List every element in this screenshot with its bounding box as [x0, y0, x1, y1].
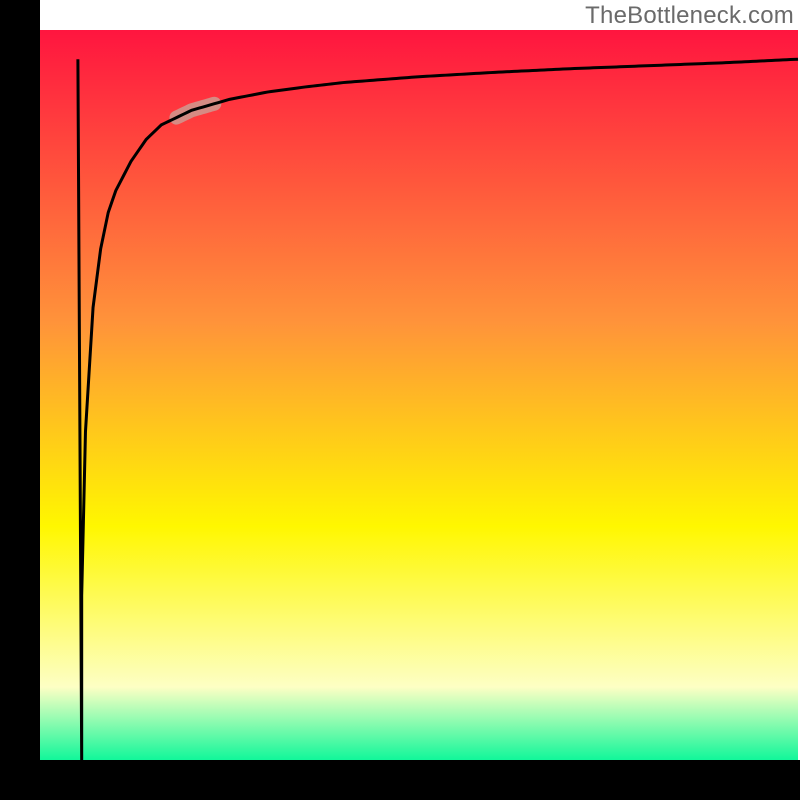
watermark-text: TheBottleneck.com — [585, 2, 794, 30]
chart-stage: TheBottleneck.com — [0, 0, 800, 800]
axis-left-bar — [0, 0, 40, 800]
chart-svg — [0, 0, 800, 800]
axis-bottom-bar — [0, 760, 800, 800]
plot-background — [40, 30, 798, 760]
